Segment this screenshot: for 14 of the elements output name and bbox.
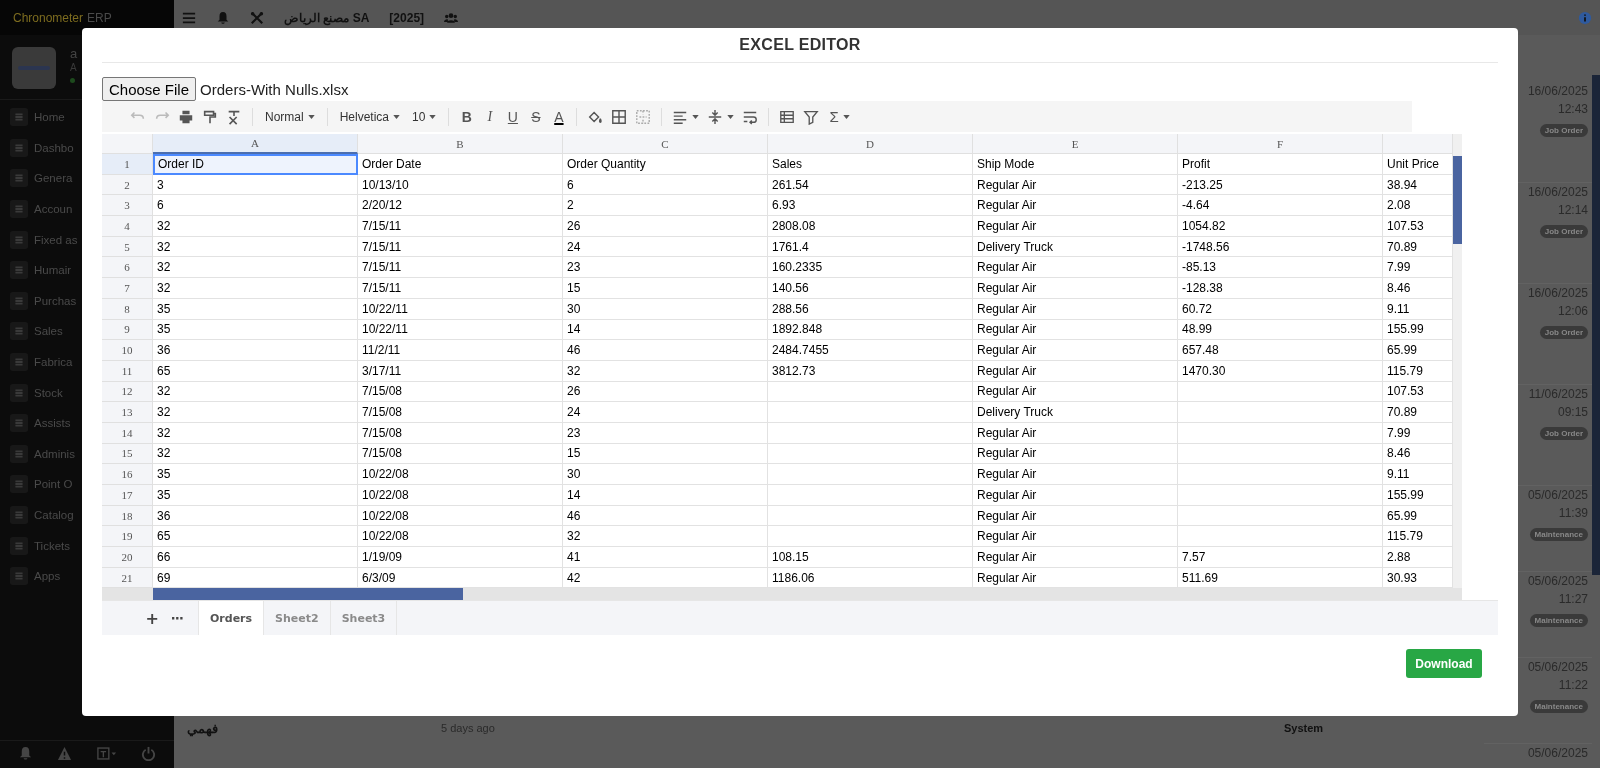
tag: Job Order <box>1539 427 1588 440</box>
tag: Job Order <box>1539 124 1588 137</box>
user-name: a <box>70 47 78 61</box>
user-name: فهمي <box>187 720 219 736</box>
tag: Maintenance <box>1529 700 1588 713</box>
tag: Job Order <box>1539 326 1588 339</box>
file-name: Orders-With Nulls.xlsx <box>200 80 349 98</box>
brand-name: Chronometer <box>13 10 84 25</box>
source-label: System <box>1284 722 1324 734</box>
tag: Job Order <box>1539 225 1588 238</box>
dialog-title: EXCEL EDITOR <box>102 28 1498 63</box>
tag: Maintenance <box>1529 528 1588 541</box>
brand-suffix: ERP <box>87 10 112 25</box>
tag: Maintenance <box>1529 614 1588 627</box>
